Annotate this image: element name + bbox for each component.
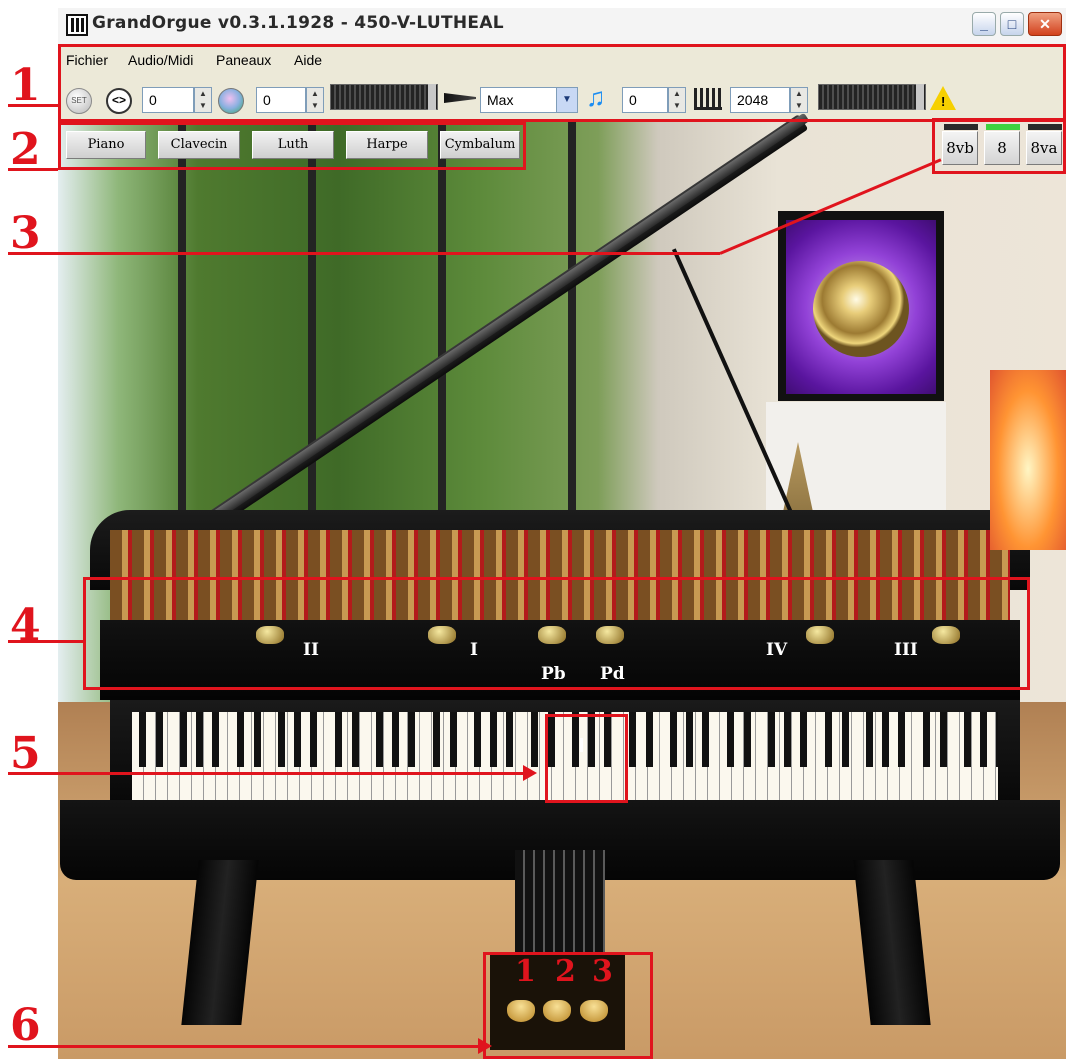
annotation-line-3 xyxy=(8,252,720,255)
annotation-line-4 xyxy=(8,640,83,643)
medallion-disc xyxy=(813,261,909,357)
annotation-box-2 xyxy=(58,122,526,170)
annotation-box-5 xyxy=(545,714,628,803)
annotation-line-2 xyxy=(8,168,58,171)
minimize-button[interactable]: _ xyxy=(972,12,996,36)
annotation-arrowhead-5 xyxy=(523,765,537,781)
window-title: GrandOrgue v0.3.1.1928 - 450-V-LUTHEAL xyxy=(92,13,504,33)
annotation-line-1 xyxy=(8,104,58,107)
pedal-lyre xyxy=(515,850,605,960)
annotation-number-4: 4 xyxy=(10,600,41,651)
annotation-box-1 xyxy=(58,44,1066,122)
annotation-number-6: 6 xyxy=(10,1000,41,1051)
close-button[interactable]: ✕ xyxy=(1028,12,1062,36)
annotation-box-4 xyxy=(83,577,1030,690)
annotation-arrowhead-6 xyxy=(478,1038,492,1054)
maximize-button[interactable]: □ xyxy=(1000,12,1024,36)
annotation-line-5 xyxy=(8,772,533,775)
annotation-box-6 xyxy=(483,952,653,1059)
organ-pipes-icon xyxy=(66,14,88,36)
annotation-box-3 xyxy=(932,118,1066,174)
annotation-line-6 xyxy=(8,1045,488,1048)
lamp xyxy=(990,370,1066,550)
